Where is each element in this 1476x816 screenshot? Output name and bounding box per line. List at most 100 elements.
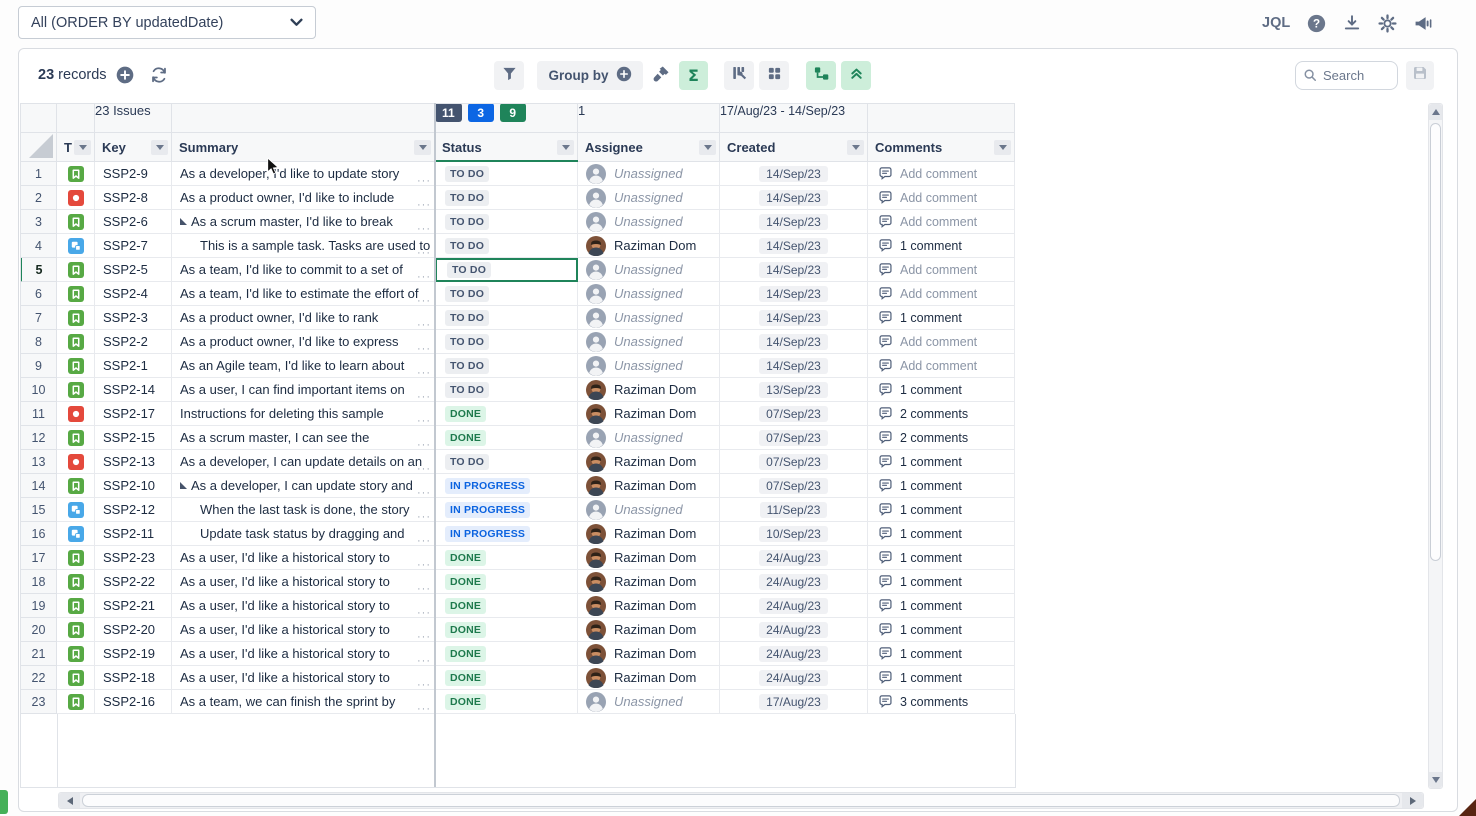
save-button[interactable]	[1406, 61, 1434, 90]
status-cell[interactable]: IN PROGRESS	[435, 498, 578, 522]
scroll-up-button[interactable]	[1429, 104, 1442, 120]
format-painter-button[interactable]	[647, 61, 675, 90]
vertical-scrollbar-thumb[interactable]	[1430, 123, 1441, 561]
issue-type-cell[interactable]	[57, 690, 95, 714]
assignee-cell[interactable]: Unassigned	[578, 282, 720, 306]
status-cell[interactable]: DONE	[435, 642, 578, 666]
row-number[interactable]: 6	[20, 282, 57, 306]
comments-cell[interactable]: 1 comment	[868, 474, 1015, 498]
column-header-key[interactable]: Key	[95, 133, 172, 162]
status-cell[interactable]: DONE	[435, 426, 578, 450]
issue-key-cell[interactable]: SSP2-9	[95, 162, 172, 186]
summary-cell[interactable]: This is a sample task. Tasks are used to…	[172, 234, 435, 258]
saved-filter-select[interactable]: All (ORDER BY updatedDate)	[18, 6, 316, 39]
issue-type-cell[interactable]	[57, 474, 95, 498]
created-cell[interactable]: 10/Sep/23	[720, 522, 868, 546]
row-number[interactable]: 2	[20, 186, 57, 210]
summary-cell[interactable]: As an Agile team, I'd like to learn abou…	[172, 354, 435, 378]
assignee-cell[interactable]: Unassigned	[578, 354, 720, 378]
comments-cell[interactable]: 3 comments	[868, 690, 1015, 714]
created-cell[interactable]: 07/Sep/23	[720, 402, 868, 426]
assignee-cell[interactable]: Raziman Dom	[578, 402, 720, 426]
summary-cell[interactable]: As a user, I'd like a historical story t…	[172, 546, 435, 570]
summary-cell[interactable]: As a team, we can finish the sprint by··…	[172, 690, 435, 714]
row-number[interactable]: 21	[20, 642, 57, 666]
column-filter-dropdown[interactable]	[699, 140, 716, 155]
issue-key-cell[interactable]: SSP2-4	[95, 282, 172, 306]
assignee-cell[interactable]: Raziman Dom	[578, 450, 720, 474]
issue-key-cell[interactable]: SSP2-11	[95, 522, 172, 546]
status-cell[interactable]: TO DO	[435, 282, 578, 306]
created-cell[interactable]: 11/Sep/23	[720, 498, 868, 522]
comments-cell[interactable]: Add comment	[868, 258, 1015, 282]
created-cell[interactable]: 24/Aug/23	[720, 642, 868, 666]
megaphone-icon[interactable]	[1414, 15, 1433, 32]
column-header-summary[interactable]: Summary	[172, 133, 435, 162]
created-cell[interactable]: 13/Sep/23	[720, 378, 868, 402]
row-number[interactable]: 3	[20, 210, 57, 234]
issue-type-cell[interactable]	[57, 354, 95, 378]
issue-key-cell[interactable]: SSP2-23	[95, 546, 172, 570]
issue-type-cell[interactable]	[57, 210, 95, 234]
assignee-cell[interactable]: Raziman Dom	[578, 570, 720, 594]
status-cell[interactable]: DONE	[435, 594, 578, 618]
expander-icon[interactable]	[180, 482, 187, 489]
created-cell[interactable]: 14/Sep/23	[720, 282, 868, 306]
row-number[interactable]: 16	[20, 522, 57, 546]
row-number[interactable]: 15	[20, 498, 57, 522]
issue-type-cell[interactable]	[57, 666, 95, 690]
status-cell[interactable]: DONE	[435, 666, 578, 690]
comments-label[interactable]: Add comment	[900, 359, 977, 373]
column-header-comments[interactable]: Comments	[868, 133, 1015, 162]
status-cell[interactable]: DONE	[435, 690, 578, 714]
issue-type-cell[interactable]	[57, 618, 95, 642]
column-header-t[interactable]: T	[57, 133, 95, 162]
assignee-cell[interactable]: Raziman Dom	[578, 522, 720, 546]
comments-cell[interactable]: 1 comment	[868, 642, 1015, 666]
issue-key-cell[interactable]: SSP2-22	[95, 570, 172, 594]
gear-icon[interactable]	[1378, 14, 1397, 33]
summary-cell[interactable]: As a user, I can find important items on…	[172, 378, 435, 402]
created-cell[interactable]: 14/Sep/23	[720, 354, 868, 378]
comments-cell[interactable]: 2 comments	[868, 402, 1015, 426]
summary-cell[interactable]: As a product owner, I'd like to include·…	[172, 186, 435, 210]
assignee-cell[interactable]: Unassigned	[578, 498, 720, 522]
horizontal-scrollbar-thumb[interactable]	[82, 794, 1400, 807]
summary-cell[interactable]: As a user, I'd like a historical story t…	[172, 594, 435, 618]
assignee-cell[interactable]: Raziman Dom	[578, 666, 720, 690]
group-by-button[interactable]: Group by	[537, 61, 643, 90]
grid-view-button[interactable]	[759, 61, 789, 90]
issue-type-cell[interactable]	[57, 594, 95, 618]
summary-cell[interactable]: As a team, I'd like to estimate the effo…	[172, 282, 435, 306]
created-cell[interactable]: 07/Sep/23	[720, 474, 868, 498]
assignee-cell[interactable]: Unassigned	[578, 426, 720, 450]
created-cell[interactable]: 14/Sep/23	[720, 210, 868, 234]
select-all-corner[interactable]	[20, 133, 57, 162]
summary-cell[interactable]: As a developer, I'd like to update story…	[172, 162, 435, 186]
summary-cell[interactable]: As a scrum master, I'd like to break···	[172, 210, 435, 234]
row-number[interactable]: 20	[20, 618, 57, 642]
status-cell[interactable]: TO DO	[435, 306, 578, 330]
column-filter-dropdown[interactable]	[994, 140, 1011, 155]
issue-key-cell[interactable]: SSP2-12	[95, 498, 172, 522]
created-cell[interactable]: 24/Aug/23	[720, 618, 868, 642]
row-number[interactable]: 18	[20, 570, 57, 594]
row-number[interactable]: 12	[20, 426, 57, 450]
column-filter-dropdown[interactable]	[847, 140, 864, 155]
assignee-cell[interactable]: Raziman Dom	[578, 594, 720, 618]
issue-key-cell[interactable]: SSP2-19	[95, 642, 172, 666]
jql-button[interactable]: JQL	[1262, 15, 1290, 31]
row-number[interactable]: 17	[20, 546, 57, 570]
summary-cell[interactable]: Update task status by dragging and···	[172, 522, 435, 546]
assignee-cell[interactable]: Unassigned	[578, 330, 720, 354]
comments-label[interactable]: Add comment	[900, 191, 977, 205]
comments-label[interactable]: Add comment	[900, 335, 977, 349]
issue-key-cell[interactable]: SSP2-21	[95, 594, 172, 618]
issue-key-cell[interactable]: SSP2-15	[95, 426, 172, 450]
issue-type-cell[interactable]	[57, 522, 95, 546]
issue-type-cell[interactable]	[57, 330, 95, 354]
comments-cell[interactable]: Add comment	[868, 282, 1015, 306]
assignee-cell[interactable]: Unassigned	[578, 306, 720, 330]
comments-cell[interactable]: Add comment	[868, 186, 1015, 210]
comments-label[interactable]: Add comment	[900, 167, 977, 181]
